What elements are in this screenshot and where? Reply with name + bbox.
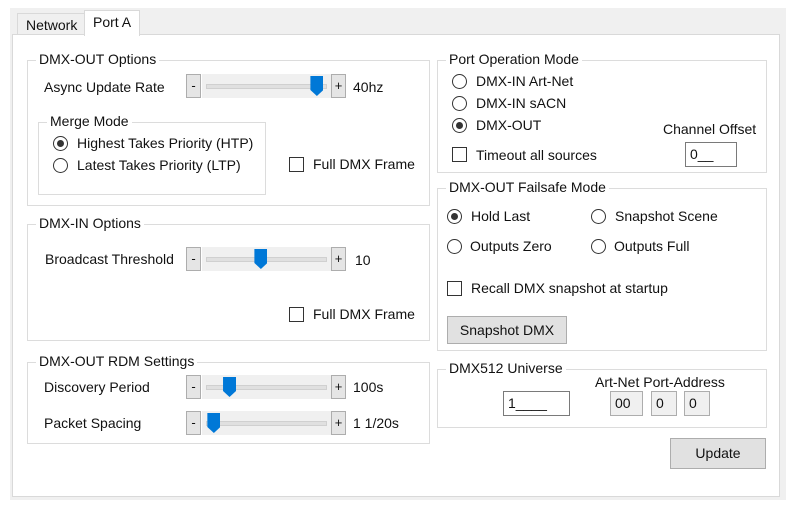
tab-port-a[interactable]: Port A <box>84 10 141 36</box>
full-dmx-frame-in-label: Full DMX Frame <box>313 306 415 322</box>
threshold-value: 10 <box>355 252 371 268</box>
radio-outputs-full[interactable] <box>591 239 606 254</box>
group-title: DMX-IN Options <box>36 215 144 231</box>
group-title: DMX-OUT Options <box>36 51 160 67</box>
radio-snapshot-scene[interactable] <box>591 209 606 224</box>
slider-thumb[interactable] <box>223 377 237 397</box>
async-decrease-button[interactable]: - <box>186 74 201 98</box>
async-increase-button[interactable]: + <box>331 74 346 98</box>
full-dmx-frame-in-checkbox[interactable] <box>289 307 304 322</box>
threshold-slider[interactable] <box>202 247 331 271</box>
hold-last-label: Hold Last <box>471 208 531 224</box>
broadcast-threshold-label: Broadcast Threshold <box>45 251 174 267</box>
group-title: DMX-OUT RDM Settings <box>36 353 198 369</box>
spacing-value: 1 1/20s <box>353 415 399 431</box>
outputs-zero-label: Outputs Zero <box>470 238 552 254</box>
artnet-port-address-label: Art-Net Port-Address <box>595 374 725 390</box>
channel-offset-input[interactable]: 0__ <box>685 142 737 167</box>
discovery-slider[interactable] <box>202 375 331 399</box>
radio-htp[interactable] <box>53 136 68 151</box>
dmx-in-options-group: DMX-IN Options <box>27 215 430 341</box>
dmx-out-label: DMX-OUT <box>476 117 542 133</box>
group-title: DMX512 Universe <box>446 360 566 376</box>
recall-snapshot-label: Recall DMX snapshot at startup <box>471 280 668 296</box>
artnet-subnet-field: 0 <box>651 391 677 416</box>
radio-hold-last[interactable] <box>447 209 462 224</box>
snapshot-scene-label: Snapshot Scene <box>615 208 718 224</box>
async-rate-slider[interactable] <box>202 74 331 98</box>
radio-outputs-zero[interactable] <box>447 239 462 254</box>
group-title: Port Operation Mode <box>446 51 582 67</box>
threshold-decrease-button[interactable]: - <box>186 247 201 271</box>
ltp-label: Latest Takes Priority (LTP) <box>77 157 241 173</box>
artnet-net-field: 00 <box>610 391 643 416</box>
radio-dmx-in-artnet[interactable] <box>452 74 467 89</box>
slider-thumb[interactable] <box>207 413 221 433</box>
slider-thumb[interactable] <box>310 76 324 96</box>
timeout-all-sources-label: Timeout all sources <box>476 147 597 163</box>
timeout-all-sources-checkbox[interactable] <box>452 147 467 162</box>
update-button[interactable]: Update <box>670 438 766 469</box>
radio-dmx-out[interactable] <box>452 118 467 133</box>
discovery-increase-button[interactable]: + <box>331 375 346 399</box>
spacing-increase-button[interactable]: + <box>331 411 346 435</box>
slider-thumb[interactable] <box>254 249 268 269</box>
group-title: DMX-OUT Failsafe Mode <box>446 179 609 195</box>
snapshot-dmx-button[interactable]: Snapshot DMX <box>447 316 567 344</box>
full-dmx-frame-out-label: Full DMX Frame <box>313 156 415 172</box>
full-dmx-frame-out-checkbox[interactable] <box>289 157 304 172</box>
radio-ltp[interactable] <box>53 158 68 173</box>
async-update-rate-label: Async Update Rate <box>44 79 165 95</box>
discovery-value: 100s <box>353 379 384 395</box>
channel-offset-label: Channel Offset <box>663 121 757 137</box>
group-title: Merge Mode <box>47 113 132 129</box>
artnet-universe-field: 0 <box>684 391 710 416</box>
recall-snapshot-checkbox[interactable] <box>447 281 462 296</box>
discovery-period-label: Discovery Period <box>44 379 150 395</box>
universe-input[interactable]: 1____ <box>503 391 570 416</box>
async-rate-value: 40hz <box>353 79 384 95</box>
spacing-decrease-button[interactable]: - <box>186 411 201 435</box>
packet-spacing-label: Packet Spacing <box>44 415 142 431</box>
threshold-increase-button[interactable]: + <box>331 247 346 271</box>
outputs-full-label: Outputs Full <box>614 238 690 254</box>
dmx-in-artnet-label: DMX-IN Art-Net <box>476 73 574 89</box>
dmx-in-sacn-label: DMX-IN sACN <box>476 95 567 111</box>
spacing-slider[interactable] <box>202 411 331 435</box>
tab-network[interactable]: Network <box>17 13 87 35</box>
radio-dmx-in-sacn[interactable] <box>452 96 467 111</box>
discovery-decrease-button[interactable]: - <box>186 375 201 399</box>
htp-label: Highest Takes Priority (HTP) <box>77 135 254 151</box>
